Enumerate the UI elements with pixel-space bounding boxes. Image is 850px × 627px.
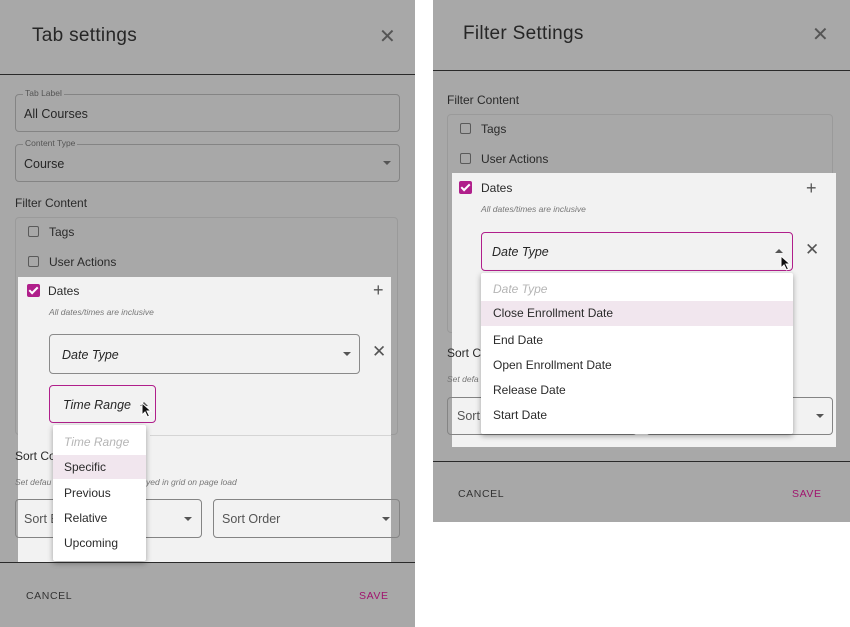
sort-by-value: Sort — [457, 409, 480, 423]
chevron-up-icon — [775, 249, 783, 253]
content-type-select[interactable] — [15, 144, 400, 182]
save-button[interactable]: SAVE — [359, 590, 389, 602]
menu-item-specific[interactable]: Specific — [53, 455, 146, 479]
header-divider — [0, 74, 415, 75]
menu-item-close-enrollment-date[interactable]: Close Enrollment Date — [481, 301, 793, 326]
menu-item-open-enrollment-date[interactable]: Open Enrollment Date — [481, 358, 793, 372]
mouse-cursor-icon — [141, 402, 153, 418]
tags-label: Tags — [49, 225, 75, 239]
add-icon[interactable]: + — [806, 179, 817, 197]
sort-order-value: Sort Order — [222, 512, 281, 526]
close-icon[interactable]: ✕ — [812, 25, 829, 45]
chevron-down-icon — [184, 517, 192, 521]
menu-item-previous[interactable]: Previous — [53, 486, 146, 500]
user-actions-label: User Actions — [481, 152, 549, 166]
menu-header: Date Type — [493, 282, 548, 296]
close-icon[interactable]: ✕ — [379, 27, 396, 47]
header-divider — [433, 70, 850, 71]
footer-divider — [433, 461, 850, 462]
date-type-placeholder: Date Type — [492, 245, 549, 259]
date-type-placeholder: Date Type — [62, 348, 119, 362]
remove-icon[interactable]: ✕ — [372, 343, 386, 360]
date-type-menu: Date Type Close Enrollment Date End Date… — [481, 273, 793, 434]
menu-item-relative[interactable]: Relative — [53, 511, 146, 525]
footer-divider — [0, 562, 415, 563]
tags-checkbox[interactable] — [28, 226, 39, 237]
divider — [150, 435, 391, 436]
sort-hint-right: yed in grid on page load — [146, 477, 237, 487]
content-type-label: Content Type — [23, 138, 78, 148]
tab-label-value: All Courses — [24, 107, 88, 121]
tags-checkbox[interactable] — [460, 123, 471, 134]
dates-label: Dates — [48, 284, 80, 298]
user-actions-label: User Actions — [49, 255, 117, 269]
dates-label: Dates — [481, 181, 513, 195]
chevron-down-icon — [383, 161, 391, 165]
add-icon[interactable]: + — [373, 281, 384, 299]
sort-label: Sort C — [447, 346, 482, 360]
menu-item-release-date[interactable]: Release Date — [481, 383, 793, 397]
dates-hint: All dates/times are inclusive — [481, 204, 586, 214]
user-actions-checkbox[interactable] — [28, 256, 39, 267]
chevron-down-icon — [343, 352, 351, 356]
dates-hint: All dates/times are inclusive — [49, 307, 154, 317]
sort-label: Sort Co — [15, 449, 56, 463]
chevron-down-icon — [816, 414, 824, 418]
tab-label-label: Tab Label — [23, 88, 64, 98]
sort-hint: Set defa — [447, 374, 479, 384]
save-button[interactable]: SAVE — [792, 488, 822, 500]
dates-checkbox[interactable] — [27, 284, 40, 297]
menu-item-end-date[interactable]: End Date — [481, 333, 793, 347]
time-range-menu: Time Range Specific Previous Relative Up… — [53, 425, 146, 561]
menu-item-upcoming[interactable]: Upcoming — [53, 536, 146, 550]
menu-item-start-date[interactable]: Start Date — [481, 408, 793, 422]
dialog-title: Tab settings — [32, 25, 137, 46]
menu-header: Time Range — [64, 435, 130, 449]
chevron-down-icon — [382, 517, 390, 521]
user-actions-checkbox[interactable] — [460, 153, 471, 164]
time-range-placeholder: Time Range — [63, 398, 131, 412]
dialog-title: Filter Settings — [463, 23, 584, 44]
filter-content-label: Filter Content — [447, 93, 520, 107]
sort-hint-left: Set defau — [15, 477, 52, 487]
dates-checkbox[interactable] — [459, 181, 472, 194]
cancel-button[interactable]: CANCEL — [458, 488, 504, 500]
tags-label: Tags — [481, 122, 507, 136]
cancel-button[interactable]: CANCEL — [26, 590, 72, 602]
mouse-cursor-icon — [780, 255, 792, 271]
content-type-value: Course — [24, 157, 65, 171]
filter-content-label: Filter Content — [15, 196, 88, 210]
remove-icon[interactable]: ✕ — [805, 241, 819, 258]
